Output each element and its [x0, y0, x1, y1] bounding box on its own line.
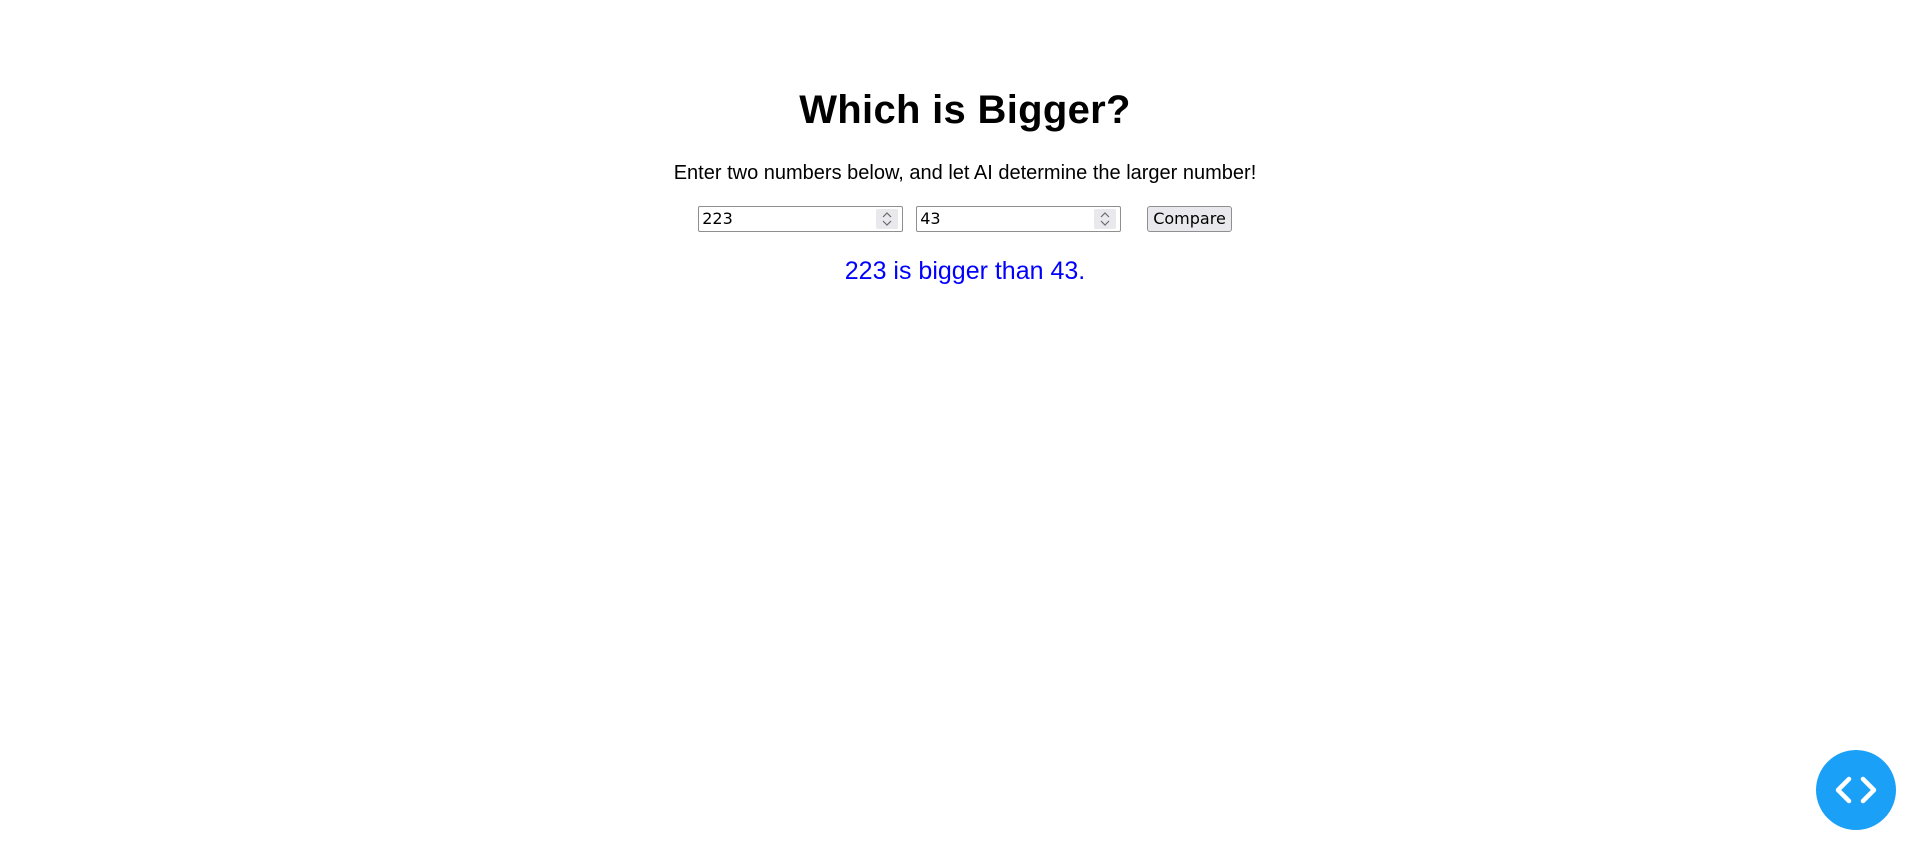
second-number-input[interactable]: 43 — [916, 206, 1122, 232]
code-toggle-button[interactable] — [1816, 750, 1896, 830]
number-controls: 223 43 Compare — [0, 205, 1920, 233]
chevron-down-icon[interactable] — [1100, 220, 1110, 227]
first-number-value: 223 — [702, 209, 733, 228]
second-number-value: 43 — [920, 209, 941, 228]
second-number-spinner[interactable] — [1094, 209, 1117, 229]
chevron-down-icon[interactable] — [882, 220, 892, 227]
chevron-up-icon[interactable] — [1100, 211, 1110, 218]
instructions-text: Enter two numbers below, and let AI dete… — [673, 162, 1257, 184]
page: Which is Bigger? Enter two numbers below… — [0, 0, 1920, 866]
first-number-input[interactable]: 223 — [698, 206, 904, 232]
page-title: Which is Bigger? — [799, 88, 1131, 132]
result-text: 223 is bigger than 43. — [844, 257, 1086, 285]
compare-button[interactable]: Compare — [1147, 206, 1232, 232]
chevron-up-icon[interactable] — [882, 211, 892, 218]
first-number-spinner[interactable] — [876, 209, 899, 229]
main-content: Which is Bigger? Enter two numbers below… — [0, 0, 1920, 286]
code-icon — [1835, 776, 1877, 804]
